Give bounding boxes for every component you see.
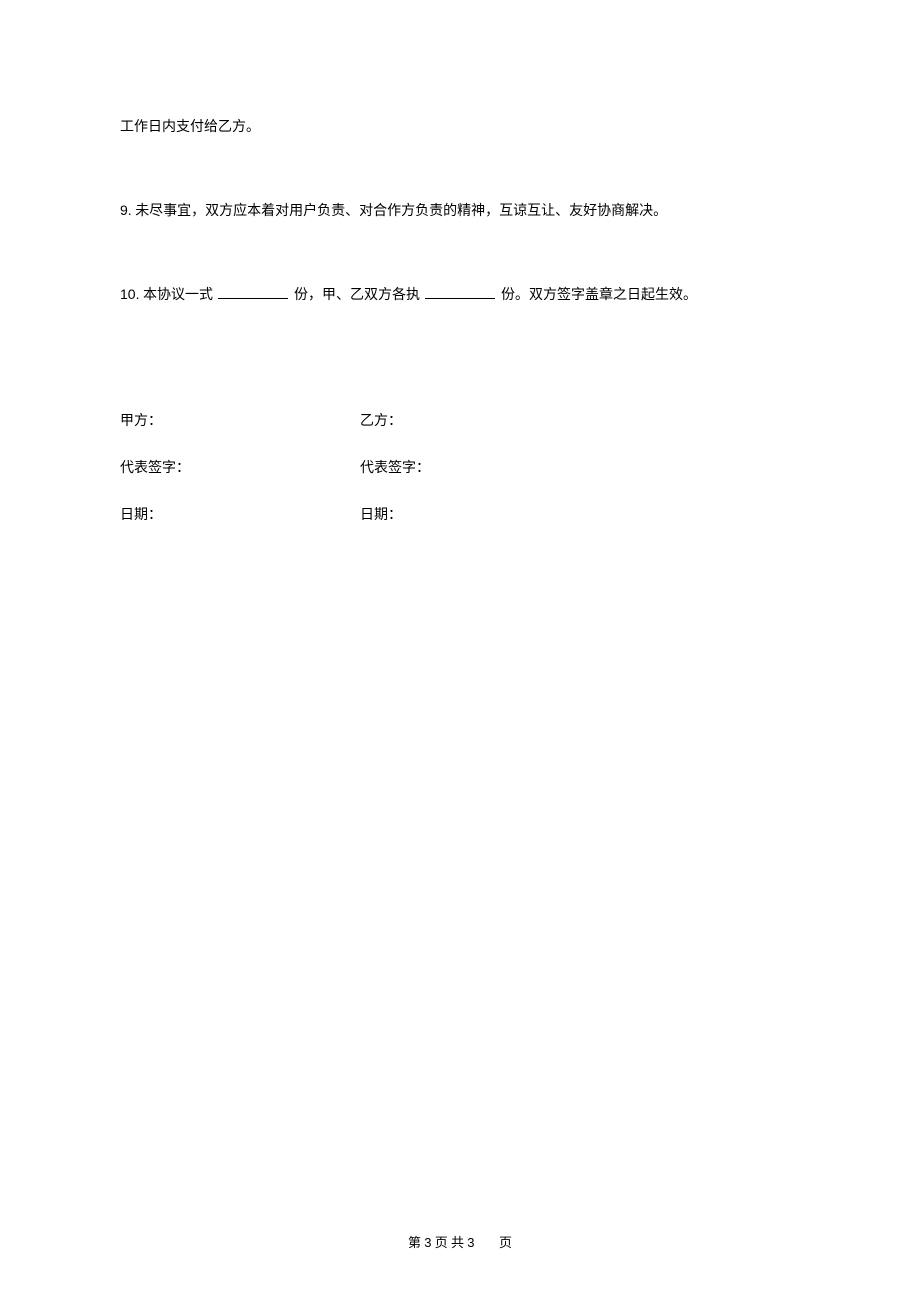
party-a-column: 甲方： 代表签字： 日期： [120,409,360,551]
footer-text: 页 [499,1235,512,1250]
page-footer: 第 3 页 共 3 页 [0,1232,920,1251]
party-b-label: 乙方： [360,409,600,434]
footer-text: 页 共 [435,1235,464,1250]
party-b-sign: 代表签字： [360,456,600,481]
document-body: 工作日内支付给乙方。 9. 未尽事宜，双方应本着对用户负责、对合作方负责的精神，… [0,0,920,550]
blank-copies-total[interactable] [218,283,288,300]
blank-copies-each[interactable] [425,283,495,300]
text: 未尽事宜，双方应本着对用户负责、对合作方负责的精神，互谅互让、友好协商解决。 [132,204,668,219]
text: 份。双方签字盖章之日起生效。 [497,288,697,303]
party-a-label: 甲方： [120,409,360,434]
paragraph-continuation: 工作日内支付给乙方。 [120,115,800,140]
footer-page-total: 3 [467,1235,474,1250]
paragraph-10: 10. 本协议一式 份，甲、乙双方各执 份。双方签字盖章之日起生效。 [120,282,800,308]
footer-text: 第 [408,1235,421,1250]
party-b-date: 日期： [360,503,600,528]
footer-page-current: 3 [424,1235,431,1250]
paragraph-9: 9. 未尽事宜，双方应本着对用户负责、对合作方负责的精神，互谅互让、友好协商解决… [120,198,800,224]
party-b-column: 乙方： 代表签字： 日期： [360,409,600,551]
party-a-sign: 代表签字： [120,456,360,481]
text: 本协议一式 [139,288,216,303]
signature-block: 甲方： 代表签字： 日期： 乙方： 代表签字： 日期： [120,409,800,551]
item-number: 10. [120,286,139,302]
text: 工作日内支付给乙方。 [120,120,260,135]
party-a-date: 日期： [120,503,360,528]
item-number: 9. [120,202,132,218]
text: 份，甲、乙双方各执 [290,288,423,303]
